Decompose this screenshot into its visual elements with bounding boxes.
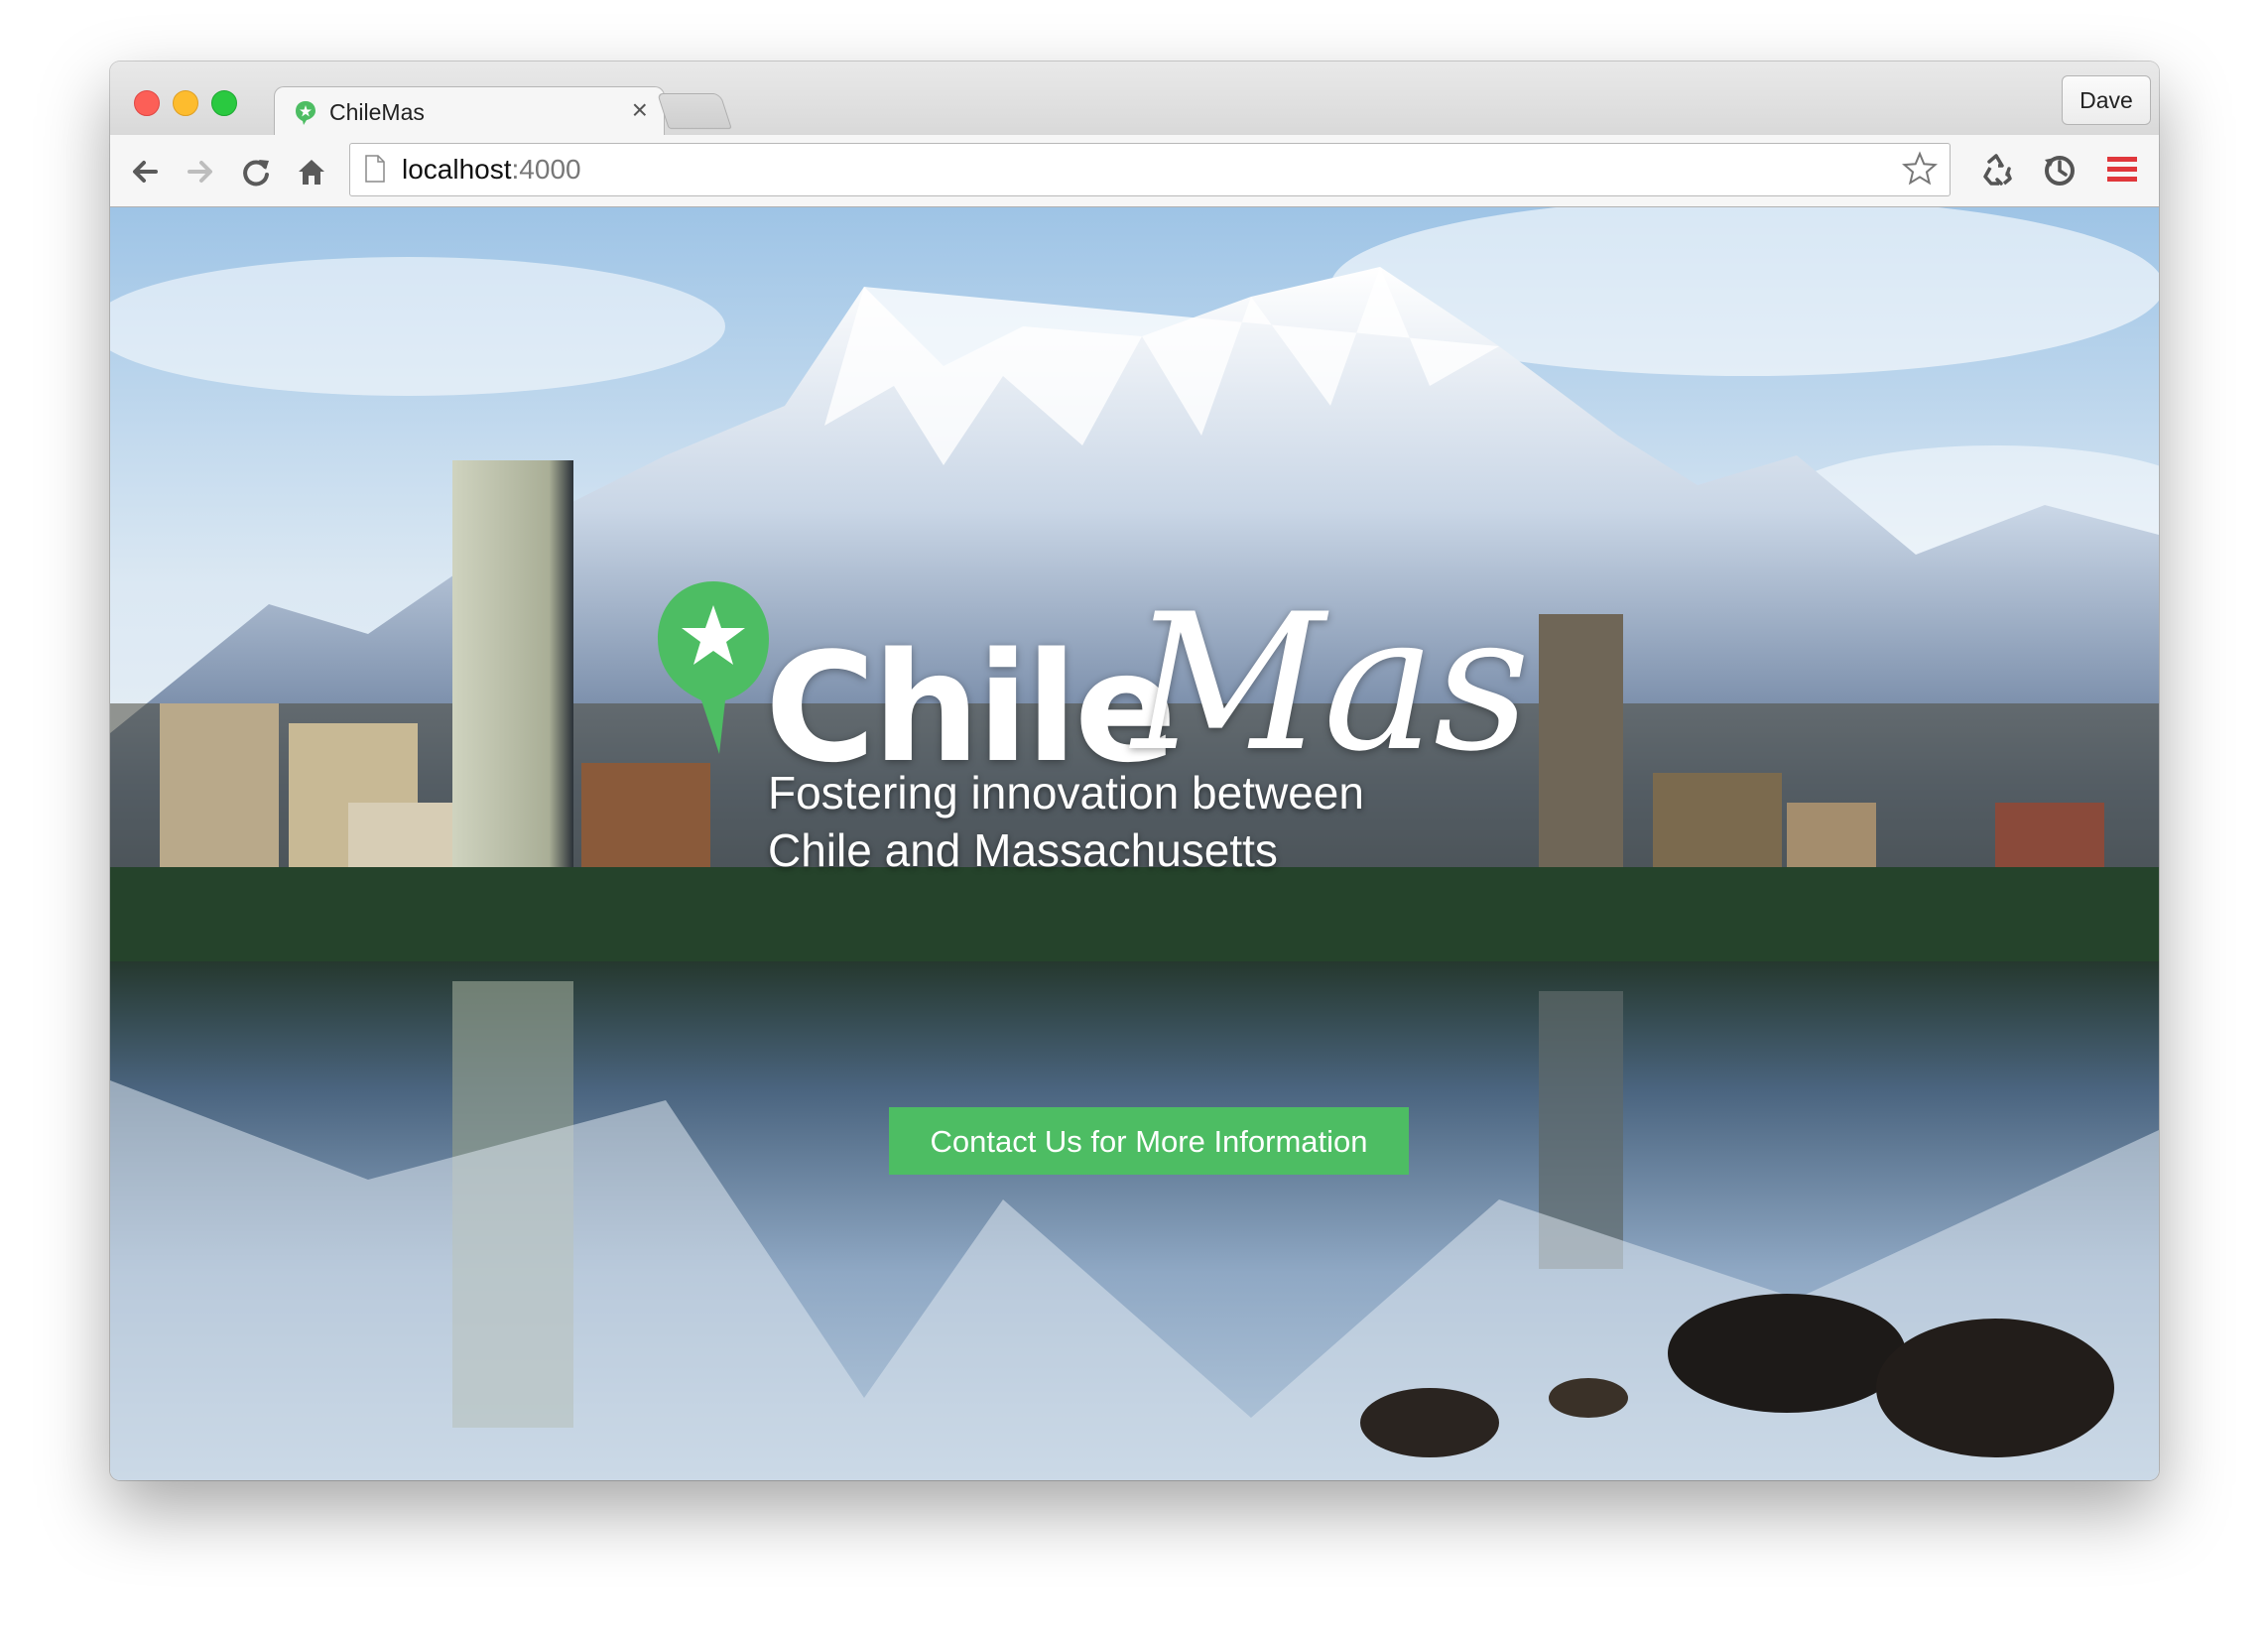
star-pin-icon [658, 581, 769, 754]
tab-chilemas[interactable]: ChileMas × [274, 86, 665, 137]
chilemas-logo: Chile Mas [654, 577, 1530, 784]
tagline-line-2: Chile and Massachusetts [768, 824, 1278, 876]
browser-window: ChileMas × Dave localhost:4000 Chile Mas… [110, 62, 2159, 1480]
bookmark-star-icon[interactable] [1902, 151, 1938, 187]
logo-text-chile: Chile [765, 620, 1177, 796]
recycle-extension-icon[interactable] [1977, 152, 2015, 189]
zoom-window-button[interactable] [211, 90, 237, 116]
tagline-line-1: Fostering innovation between [768, 767, 1364, 818]
home-icon[interactable] [295, 155, 328, 189]
back-icon[interactable] [128, 155, 162, 189]
profile-button[interactable]: Dave [2062, 75, 2151, 125]
page-icon [365, 155, 385, 183]
sync-extension-icon[interactable] [2041, 152, 2079, 189]
close-window-button[interactable] [134, 90, 160, 116]
toolbar: localhost:4000 [110, 135, 2159, 207]
tab-strip: ChileMas × Dave [110, 62, 2159, 137]
new-tab-button[interactable] [657, 93, 732, 129]
menu-icon[interactable] [2104, 153, 2140, 187]
contact-us-button[interactable]: Contact Us for More Information [889, 1107, 1409, 1175]
hero-tagline: Fostering innovation between Chile and M… [768, 764, 1364, 879]
chilemas-favicon-icon [296, 101, 315, 125]
minimize-window-button[interactable] [173, 90, 198, 116]
forward-icon[interactable] [184, 155, 217, 189]
page-content: Chile Mas Fostering innovation between C… [110, 207, 2159, 1480]
tab-close-icon[interactable]: × [632, 94, 648, 126]
tab-title: ChileMas [329, 99, 425, 125]
url-text: localhost:4000 [402, 154, 581, 185]
address-bar[interactable]: localhost:4000 [349, 143, 1951, 196]
logo-text-mas: Mas [1132, 573, 1530, 793]
reload-icon[interactable] [239, 155, 273, 189]
